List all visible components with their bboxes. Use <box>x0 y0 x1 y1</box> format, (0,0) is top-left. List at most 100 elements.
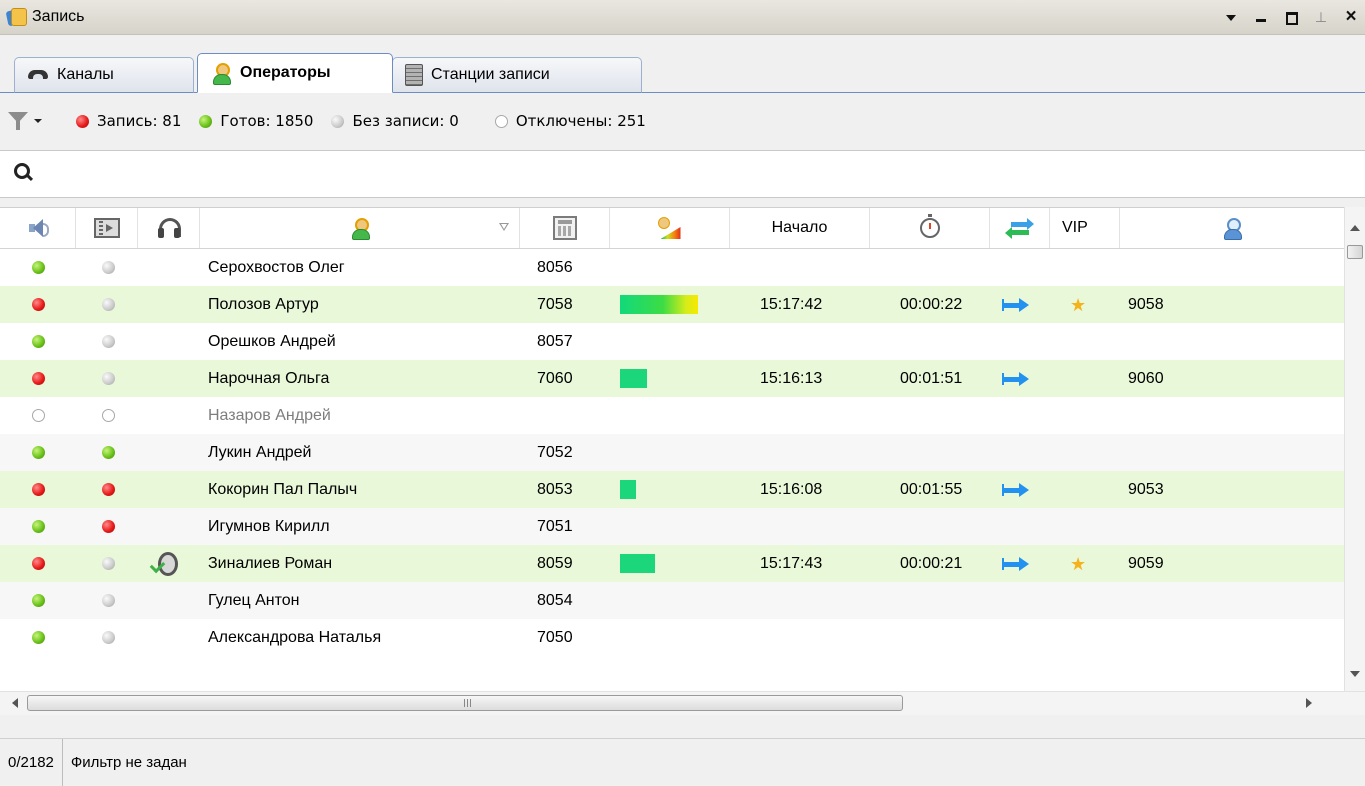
sort-indicator-icon[interactable] <box>499 223 509 231</box>
video-status <box>97 582 119 619</box>
horizontal-scroll-thumb[interactable] <box>27 695 903 711</box>
grid-header: Начало VIP <box>0 208 1344 249</box>
transfer-icon <box>1004 218 1034 239</box>
tab-strip: Каналы Станции записи Операторы <box>0 50 1365 93</box>
video-status <box>97 508 119 545</box>
col-direction[interactable] <box>990 208 1050 248</box>
maximize-icon[interactable] <box>1283 9 1299 25</box>
table-row[interactable]: Назаров Андрей <box>0 397 1344 434</box>
scroll-up-icon[interactable] <box>1350 225 1360 231</box>
operator-number: 8057 <box>537 332 573 350</box>
direction-cell <box>1000 360 1048 397</box>
operator-name: Зиналиев Роман <box>208 554 333 572</box>
call-duration: 00:01:51 <box>900 369 963 387</box>
film-icon <box>93 218 120 238</box>
col-sound[interactable] <box>0 208 76 248</box>
scroll-right-icon[interactable] <box>1306 698 1312 708</box>
extension-number <box>1128 582 1208 619</box>
operator-number: 8059 <box>537 554 573 572</box>
table-row[interactable]: Александрова Наталья 7050 <box>0 619 1344 656</box>
dropdown-icon[interactable] <box>1223 9 1239 25</box>
level-cell <box>620 360 720 397</box>
video-status <box>97 360 119 397</box>
horizontal-scrollbar[interactable] <box>0 691 1365 715</box>
star-icon: ★ <box>1070 294 1087 315</box>
no-recording-count: Без записи: 0 <box>331 112 459 130</box>
col-listen[interactable] <box>138 208 200 248</box>
tab-stations-label: Станции записи <box>431 66 550 83</box>
call-start <box>760 508 860 545</box>
status-bar: 0/2182 Фильтр не задан <box>0 738 1365 786</box>
sound-status <box>27 360 49 397</box>
tab-operators[interactable]: Операторы <box>197 53 393 93</box>
operator-name: Серохвостов Олег <box>208 258 345 276</box>
sound-status <box>27 323 49 360</box>
empty-dot-icon <box>494 114 508 128</box>
col-start-label: Начало <box>771 219 828 236</box>
table-row[interactable]: Игумнов Кирилл 7051 <box>0 508 1344 545</box>
close-icon[interactable]: × <box>1343 7 1359 26</box>
sound-status <box>27 619 49 656</box>
call-duration <box>900 508 990 545</box>
col-operator[interactable] <box>200 208 520 248</box>
minimize-icon[interactable] <box>1253 9 1269 25</box>
operator-number <box>537 397 607 434</box>
operator-name: Лукин Андрей <box>208 443 312 461</box>
operator-name: Кокорин Пал Палыч <box>208 480 358 498</box>
vip-cell: ★ <box>1070 286 1100 323</box>
scroll-thumb[interactable] <box>1347 245 1363 259</box>
call-start: 15:16:13 <box>760 369 823 387</box>
tab-channels[interactable]: Каналы <box>14 57 194 93</box>
video-status <box>97 619 119 656</box>
window-controls: ⊥ × <box>1223 0 1359 34</box>
call-duration <box>900 582 990 619</box>
table-row[interactable]: Нарочная Ольга 7060 15:16:13 00:01:51 9060 <box>0 360 1344 397</box>
sound-status <box>27 582 49 619</box>
operator-icon <box>349 217 371 240</box>
col-level[interactable] <box>610 208 730 248</box>
tab-recording-stations[interactable]: Станции записи <box>392 57 642 93</box>
extension-number: 9059 <box>1128 554 1164 572</box>
green-dot-icon <box>31 261 45 274</box>
table-row[interactable]: Лукин Андрей 7052 <box>0 434 1344 471</box>
table-row[interactable]: Зиналиев Роман 8059 15:17:43 00:00:21 ★ 9059 <box>0 545 1344 582</box>
listen-status <box>149 545 186 582</box>
scroll-down-icon[interactable] <box>1350 671 1360 677</box>
col-number[interactable] <box>520 208 610 248</box>
gray-dot-icon <box>331 114 345 128</box>
vertical-scrollbar[interactable] <box>1344 207 1365 691</box>
col-vip[interactable]: VIP <box>1050 208 1120 248</box>
red-dot-icon <box>31 557 45 570</box>
tab-operators-label: Операторы <box>240 64 331 81</box>
level-bar <box>620 554 655 573</box>
col-start[interactable]: Начало <box>730 208 870 248</box>
phone-icon <box>27 69 49 81</box>
table-row[interactable]: Серохвостов Олег 8056 <box>0 249 1344 286</box>
vip-cell: ★ <box>1070 545 1100 582</box>
pin-icon[interactable]: ⊥ <box>1313 9 1329 25</box>
operator-name: Полозов Артур <box>208 295 319 313</box>
chevron-down-icon <box>34 119 42 123</box>
table-row[interactable]: Гулец Антон 8054 <box>0 582 1344 619</box>
col-video[interactable] <box>76 208 138 248</box>
operator-number: 8056 <box>537 258 573 276</box>
table-row[interactable]: Полозов Артур 7058 15:17:42 00:00:22 ★ 9058 <box>0 286 1344 323</box>
sound-status <box>27 471 49 508</box>
operators-grid: Начало VIP Серохвостов Олег 8056 Полозов А… <box>0 207 1344 692</box>
operator-name: Нарочная Ольга <box>208 369 330 387</box>
col-extension[interactable] <box>1120 208 1344 248</box>
table-row[interactable]: Орешков Андрей 8057 <box>0 323 1344 360</box>
gray-dot-icon <box>101 557 115 570</box>
filter-button[interactable] <box>8 106 52 136</box>
table-row[interactable]: Кокорин Пал Палыч 8053 15:16:08 00:01:55 905… <box>0 471 1344 508</box>
col-duration[interactable] <box>870 208 990 248</box>
gray-dot-icon <box>101 372 115 385</box>
operator-name: Гулец Антон <box>208 591 300 609</box>
video-status <box>97 286 119 323</box>
call-start: 15:17:43 <box>760 554 823 572</box>
search-input[interactable] <box>44 159 1348 189</box>
call-duration <box>900 249 990 286</box>
scroll-left-icon[interactable] <box>12 698 18 708</box>
gray-dot-icon <box>101 594 115 607</box>
extension-number <box>1128 508 1208 545</box>
